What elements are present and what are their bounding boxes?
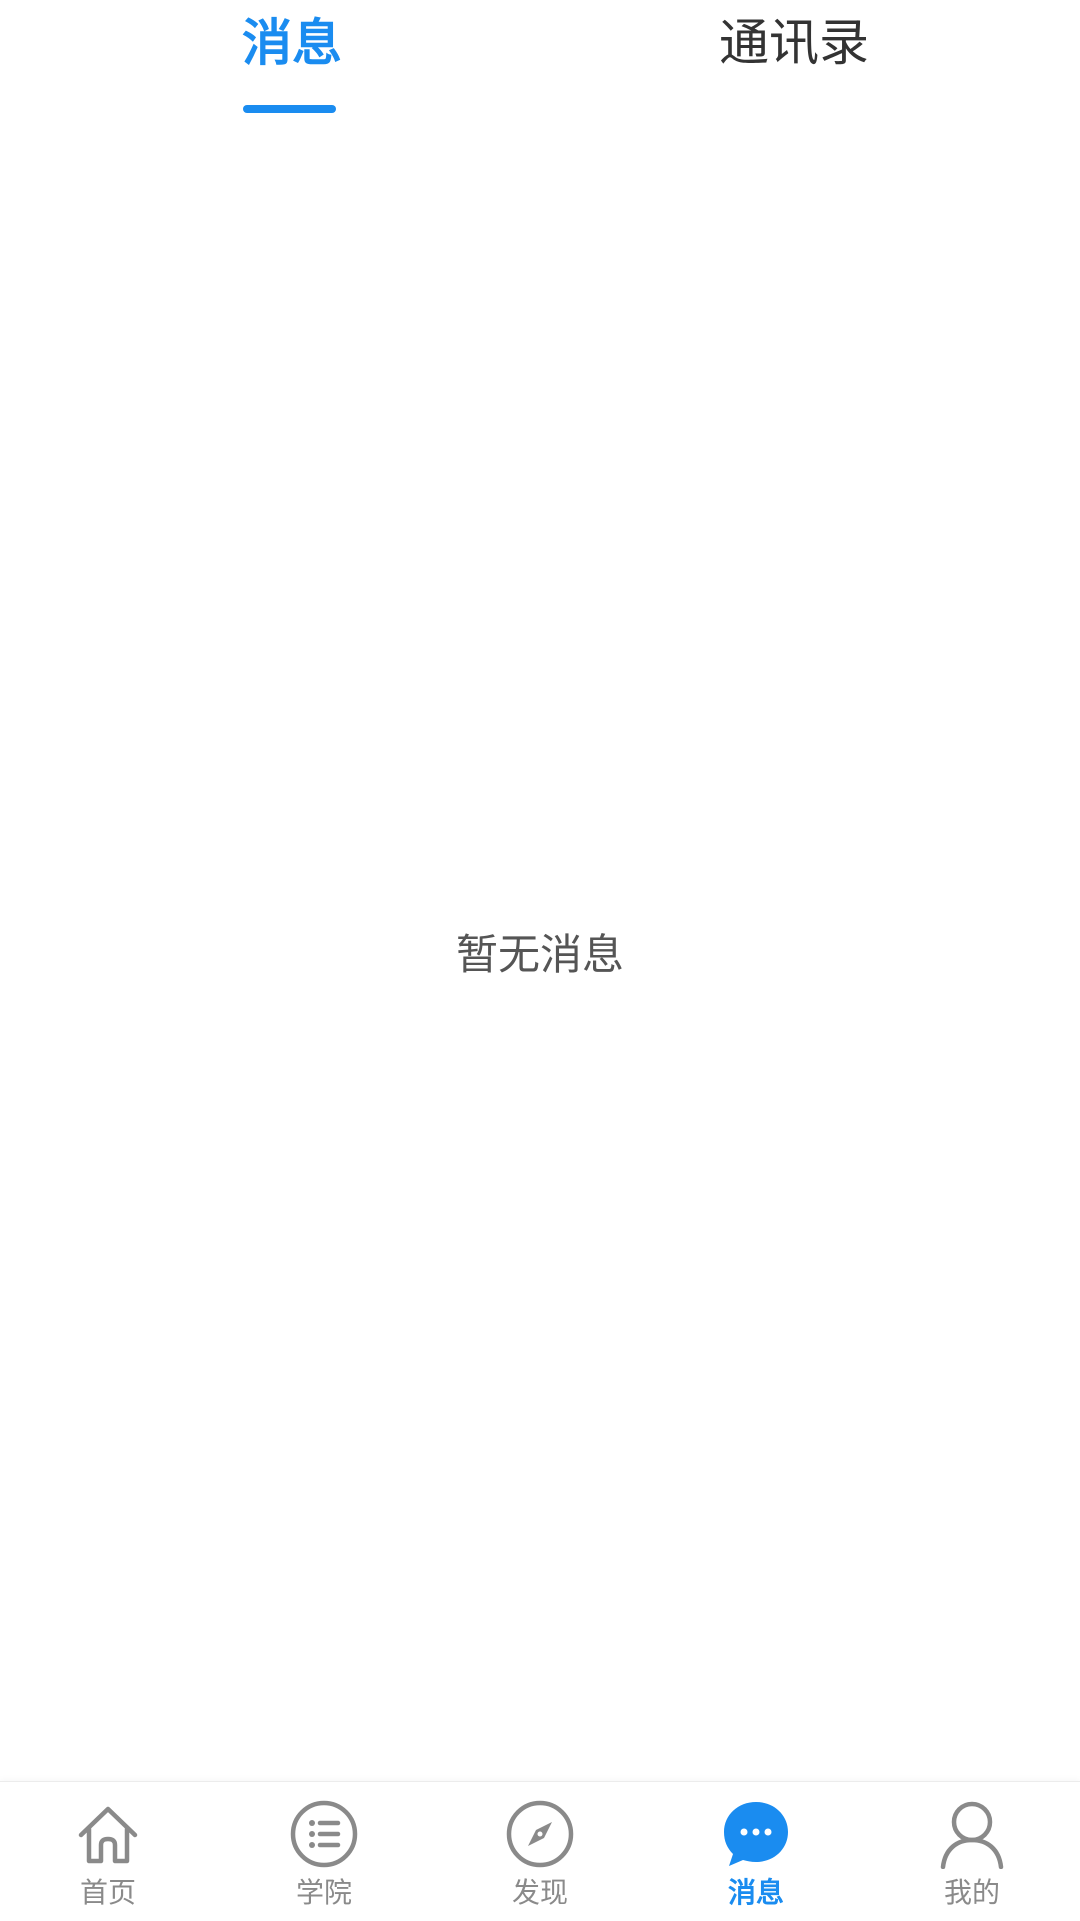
nav-item-messages[interactable]: 消息 [648,1782,864,1921]
bottom-navigation: 首页 学院 发现 消息 我的 [0,1781,1080,1921]
list-icon [290,1800,358,1868]
nav-item-discover[interactable]: 发现 [432,1782,648,1921]
nav-label-college: 学院 [295,1876,352,1909]
home-icon [78,1806,138,1864]
nav-label-home: 首页 [79,1876,136,1909]
user-icon [940,1801,1004,1869]
tab-messages[interactable]: 消息 [242,8,342,78]
nav-item-mine[interactable]: 我的 [864,1782,1080,1921]
compass-icon [506,1800,574,1868]
tab-contacts[interactable]: 通讯录 [719,8,869,78]
nav-item-college[interactable]: 学院 [216,1782,432,1921]
top-tab-bar: 消息 通讯录 [0,0,1080,120]
nav-label-messages: 消息 [727,1876,784,1909]
nav-label-discover: 发现 [511,1876,568,1909]
nav-item-home[interactable]: 首页 [0,1782,216,1921]
empty-state-message: 暂无消息 [455,930,624,979]
nav-label-mine: 我的 [943,1876,1000,1909]
active-tab-indicator [243,105,336,113]
chat-bubble-icon [724,1802,788,1866]
